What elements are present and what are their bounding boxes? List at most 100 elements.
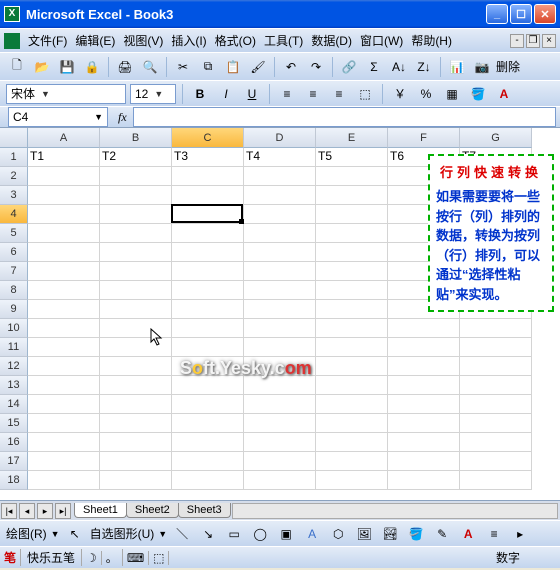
borders-icon[interactable]: ▦ [441, 83, 463, 105]
cell[interactable] [100, 414, 172, 433]
align-right-icon[interactable]: ≡ [328, 83, 350, 105]
cell[interactable] [244, 300, 316, 319]
menu-format[interactable]: 格式(O) [211, 30, 260, 51]
merge-icon[interactable]: ⬚ [354, 83, 376, 105]
cell[interactable]: T4 [244, 148, 316, 167]
cell[interactable] [172, 205, 244, 224]
cell[interactable] [172, 414, 244, 433]
ime-icon[interactable]: 笔 [0, 549, 21, 566]
cell[interactable] [244, 167, 316, 186]
row-header[interactable]: 4 [0, 205, 28, 224]
cell[interactable] [388, 395, 460, 414]
cell[interactable] [100, 357, 172, 376]
cell[interactable] [316, 224, 388, 243]
cell[interactable] [316, 319, 388, 338]
cell[interactable] [100, 319, 172, 338]
cell[interactable] [172, 167, 244, 186]
col-header[interactable]: G [460, 128, 532, 148]
redo-icon[interactable]: ↷ [305, 56, 327, 78]
paste-icon[interactable]: 📋 [222, 56, 244, 78]
linestyle-icon[interactable]: ≡ [483, 523, 505, 545]
cell[interactable] [388, 433, 460, 452]
doc-icon[interactable] [4, 33, 20, 49]
cut-icon[interactable]: ✂ [172, 56, 194, 78]
cell[interactable] [100, 243, 172, 262]
cell[interactable] [316, 262, 388, 281]
cell[interactable] [172, 243, 244, 262]
cell[interactable] [28, 433, 100, 452]
cell[interactable] [100, 262, 172, 281]
row-header[interactable]: 10 [0, 319, 28, 338]
tab-first-icon[interactable]: |◂ [1, 503, 17, 519]
cell[interactable] [244, 433, 316, 452]
rectangle-icon[interactable]: ▭ [223, 523, 245, 545]
menu-help[interactable]: 帮助(H) [407, 30, 456, 51]
cell[interactable] [172, 186, 244, 205]
picture-icon[interactable]: 🏞 [379, 523, 401, 545]
select-all-corner[interactable] [0, 128, 28, 148]
cell[interactable] [28, 319, 100, 338]
hyperlink-icon[interactable]: 🔗 [338, 56, 360, 78]
row-header[interactable]: 9 [0, 300, 28, 319]
cell[interactable] [100, 376, 172, 395]
cell[interactable] [100, 433, 172, 452]
cell[interactable] [388, 376, 460, 395]
menu-edit[interactable]: 编辑(E) [71, 30, 119, 51]
cell[interactable] [244, 205, 316, 224]
cell[interactable] [460, 433, 532, 452]
ime-name[interactable]: 快乐五笔 [21, 549, 82, 566]
cell[interactable] [388, 414, 460, 433]
preview-icon[interactable]: 🔍 [139, 56, 161, 78]
underline-icon[interactable]: U [241, 83, 263, 105]
camera-icon[interactable]: 📷 [471, 56, 493, 78]
col-header[interactable]: A [28, 128, 100, 148]
tab-next-icon[interactable]: ▸ [37, 503, 53, 519]
cell[interactable] [316, 186, 388, 205]
cell[interactable] [316, 433, 388, 452]
sort-desc-icon[interactable]: Z↓ [413, 56, 435, 78]
draw-menu[interactable]: 绘图(R) [6, 525, 47, 542]
cell[interactable] [316, 357, 388, 376]
tab-last-icon[interactable]: ▸| [55, 503, 71, 519]
permission-icon[interactable]: 🔒 [81, 56, 103, 78]
sort-asc-icon[interactable]: A↓ [388, 56, 410, 78]
wordart-icon[interactable]: A [301, 523, 323, 545]
cell[interactable] [316, 281, 388, 300]
cell[interactable] [460, 376, 532, 395]
align-left-icon[interactable]: ≡ [276, 83, 298, 105]
cell[interactable] [460, 357, 532, 376]
cell[interactable] [244, 319, 316, 338]
menu-window[interactable]: 窗口(W) [356, 30, 407, 51]
percent-icon[interactable]: % [415, 83, 437, 105]
more-icon[interactable]: ▸ [509, 523, 531, 545]
cell[interactable] [244, 471, 316, 490]
formatpainter-icon[interactable]: 🖌 [247, 56, 269, 78]
row-header[interactable]: 17 [0, 452, 28, 471]
row-header[interactable]: 16 [0, 433, 28, 452]
cell[interactable] [244, 243, 316, 262]
cell[interactable] [28, 471, 100, 490]
autosum-icon[interactable]: Σ [363, 56, 385, 78]
row-header[interactable]: 15 [0, 414, 28, 433]
doc-close-button[interactable]: × [542, 34, 556, 48]
italic-icon[interactable]: I [215, 83, 237, 105]
row-header[interactable]: 1 [0, 148, 28, 167]
cell[interactable] [28, 452, 100, 471]
cell[interactable] [460, 471, 532, 490]
arrow-icon[interactable]: ↘ [197, 523, 219, 545]
cell[interactable] [316, 338, 388, 357]
cell[interactable] [244, 186, 316, 205]
cell[interactable] [100, 471, 172, 490]
diagram-icon[interactable]: ⬡ [327, 523, 349, 545]
align-center-icon[interactable]: ≡ [302, 83, 324, 105]
cell[interactable] [316, 167, 388, 186]
cell[interactable] [172, 224, 244, 243]
cell[interactable] [28, 414, 100, 433]
cell[interactable] [244, 262, 316, 281]
cell[interactable] [244, 452, 316, 471]
row-header[interactable]: 2 [0, 167, 28, 186]
col-header[interactable]: E [316, 128, 388, 148]
cell[interactable] [316, 395, 388, 414]
col-header[interactable]: D [244, 128, 316, 148]
cell[interactable] [460, 319, 532, 338]
